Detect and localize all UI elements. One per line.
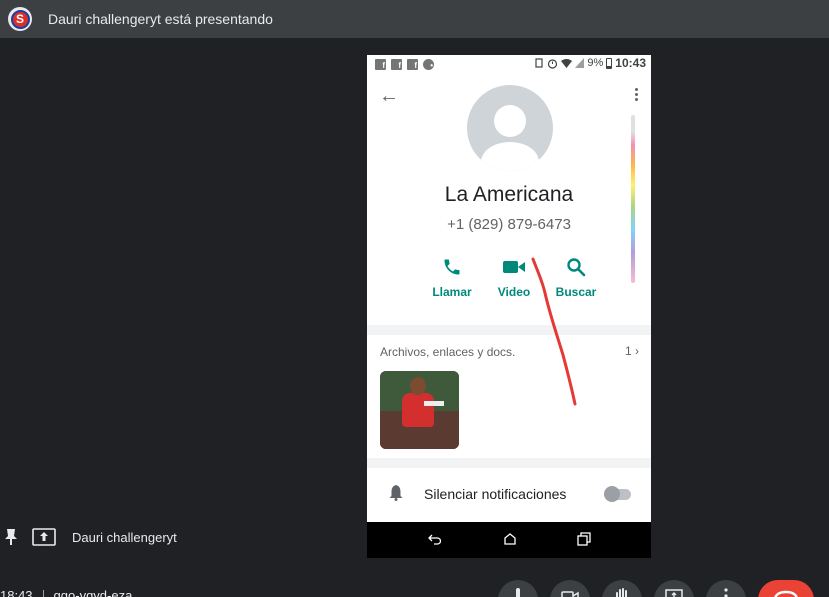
battery-icon	[606, 57, 613, 69]
wifi-icon	[561, 59, 573, 68]
search-button[interactable]: Buscar	[546, 255, 606, 299]
more-vert-icon	[724, 588, 728, 597]
bell-icon	[389, 485, 403, 501]
pin-icon[interactable]	[4, 528, 18, 546]
presenting-banner: S Dauri challengeryt está presentando	[0, 0, 829, 38]
raise-hand-button[interactable]	[602, 580, 642, 597]
video-label: Video	[497, 285, 531, 299]
hand-icon	[616, 588, 627, 597]
shared-screen: f f f • 9% 10:43 ← La Americana +1 (829)…	[367, 55, 651, 558]
more-options-button[interactable]	[706, 580, 746, 597]
media-thumbnail[interactable]	[380, 371, 459, 449]
phone-icon	[444, 259, 460, 275]
present-icon	[665, 589, 683, 597]
mute-notifications-row[interactable]: Silenciar notificaciones	[367, 469, 651, 521]
files-count-value: 1	[624, 344, 632, 358]
present-screen-icon	[32, 528, 56, 546]
battery-percent: 9%	[587, 57, 604, 69]
microphone-button[interactable]	[498, 580, 538, 597]
home-nav-icon[interactable]	[503, 532, 517, 546]
vibrate-icon	[535, 58, 543, 68]
video-icon	[503, 261, 525, 273]
contact-name: La Americana	[444, 183, 574, 206]
presenting-text: Dauri challengeryt está presentando	[48, 11, 273, 27]
search-label: Buscar	[555, 285, 597, 299]
facebook-notification-icon: f	[391, 58, 402, 70]
video-button[interactable]: Video	[484, 255, 544, 299]
android-nav-bar	[367, 522, 651, 558]
presenter-logo: S	[8, 7, 32, 31]
signal-icon	[575, 58, 585, 68]
leave-call-button[interactable]	[758, 580, 814, 597]
facebook-notification-icon: f	[407, 58, 418, 70]
files-count[interactable]: 1 ›	[625, 344, 639, 358]
chevron-right-icon: ›	[635, 344, 639, 358]
phone-time: 10:43	[615, 56, 646, 70]
presenter-tile-label: Dauri challengeryt	[4, 528, 177, 546]
meeting-code: ggo-vqyd-eza	[53, 588, 133, 597]
divider	[367, 325, 651, 335]
divider	[367, 458, 651, 468]
camera-button[interactable]	[550, 580, 590, 597]
recents-nav-icon[interactable]	[577, 532, 591, 546]
back-arrow-icon[interactable]: ←	[379, 85, 399, 108]
call-label: Llamar	[432, 285, 472, 299]
meeting-info: 18:43 ggo-vqyd-eza	[0, 588, 132, 597]
mute-notifications-toggle[interactable]	[604, 486, 631, 502]
contact-phone: +1 (829) 879-6473	[447, 216, 571, 233]
mute-notifications-label: Silenciar notificaciones	[424, 486, 567, 502]
files-section-title[interactable]: Archivos, enlaces y docs.	[380, 345, 515, 359]
contact-actions: Llamar Video Buscar	[422, 255, 602, 307]
messenger-notification-icon: •	[423, 58, 434, 70]
contact-avatar	[467, 85, 553, 171]
present-now-button[interactable]	[654, 580, 694, 597]
end-call-icon	[774, 590, 798, 597]
more-options-icon[interactable]	[635, 88, 639, 103]
alarm-icon	[548, 58, 558, 69]
back-nav-icon[interactable]	[428, 532, 442, 546]
call-button[interactable]: Llamar	[422, 255, 482, 299]
meeting-clock: 18:43	[0, 588, 33, 597]
microphone-icon	[516, 588, 520, 597]
camera-icon	[561, 591, 579, 597]
presenter-name: Dauri challengeryt	[72, 529, 177, 545]
presenter-logo-letter: S	[10, 9, 30, 29]
phone-status-bar: f f f • 9% 10:43	[367, 55, 651, 73]
facebook-notification-icon: f	[375, 58, 386, 70]
search-icon	[567, 258, 586, 277]
